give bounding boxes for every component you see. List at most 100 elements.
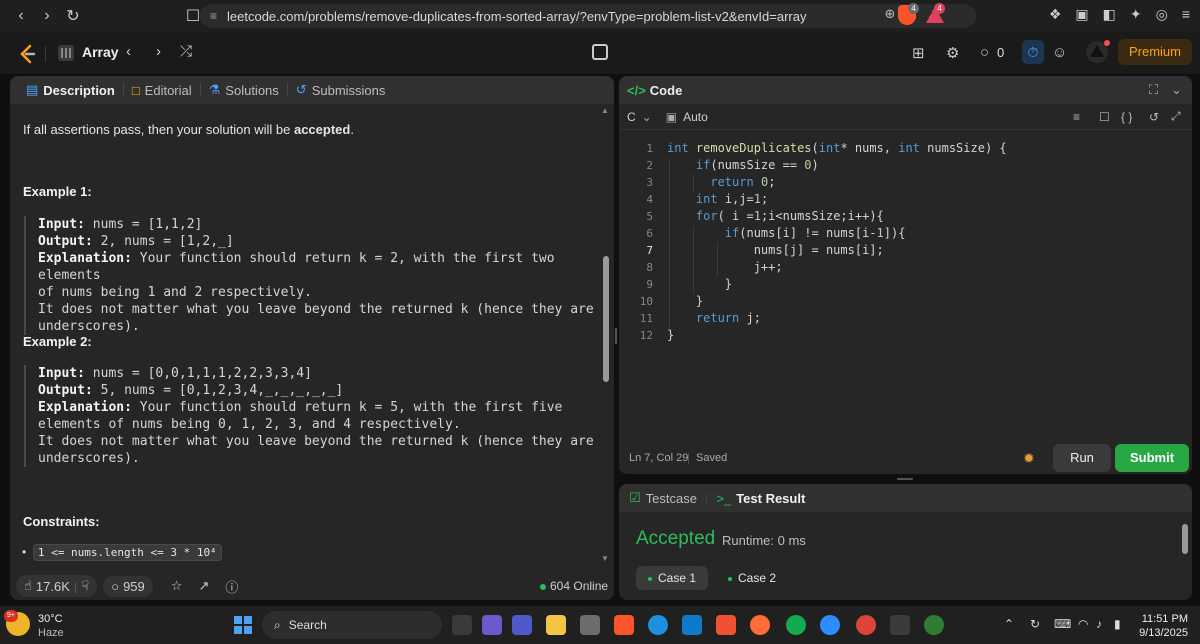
code-line: int i,j=1; — [695, 192, 769, 206]
description-footer: ☝ 17.6K | ☟ ○ 959 ☆ ↗ ⓘ 604 Online — [10, 572, 614, 600]
temperature[interactable]: 30°C — [38, 613, 63, 625]
tab-editorial[interactable]: □ Editorial — [124, 83, 200, 98]
explanation-line: underscores). — [38, 451, 140, 466]
problem-list-title[interactable]: Array — [82, 44, 119, 60]
mongodb-icon[interactable] — [786, 615, 806, 635]
git-icon[interactable] — [716, 615, 736, 635]
code-line: nums[j] = nums[i]; — [667, 243, 884, 257]
postman-icon[interactable] — [750, 615, 770, 635]
debug-icon[interactable] — [592, 44, 608, 60]
result-scrollbar[interactable] — [1181, 514, 1189, 598]
scroll-thumb[interactable] — [603, 256, 609, 382]
language-select[interactable]: C — [627, 110, 636, 124]
vscode-icon[interactable] — [682, 615, 702, 635]
task-view-icon[interactable] — [452, 615, 472, 635]
input-value: nums = [0,0,1,1,1,2,2,3,3,4] — [84, 366, 312, 381]
windows-taskbar: 9+ 30°C Haze ⌕ Search ⌃ ↻ ⌨ ◠ ♪ ▮ 11:51 … — [0, 606, 1200, 644]
share-icon[interactable]: ↗ — [198, 578, 209, 594]
chevron-up-icon[interactable]: ⌃ — [1004, 617, 1014, 631]
bug-icon[interactable]: ✹ — [1023, 450, 1035, 467]
extensions-icon[interactable]: ❖ — [1049, 6, 1062, 23]
keyboard-icon[interactable]: ⌨ — [1054, 617, 1071, 631]
run-button[interactable]: Run — [1053, 444, 1111, 472]
scroll-up-icon[interactable]: ▲ — [601, 106, 609, 115]
premium-button[interactable]: Premium — [1118, 39, 1192, 65]
submit-button[interactable]: Submit — [1115, 444, 1189, 472]
system-clock[interactable]: 11:51 PM 9/13/2025 — [1139, 612, 1188, 640]
shuffle-icon[interactable]: ⤮ — [180, 43, 192, 60]
format-icon[interactable]: ≡ — [1073, 110, 1080, 124]
rewards-count-badge: 4 — [934, 3, 945, 14]
runtime-label: Runtime: 0 ms — [722, 533, 806, 548]
wallet-icon[interactable]: ▣ — [1075, 6, 1088, 23]
terminal-app-icon[interactable] — [890, 615, 910, 635]
case-1-tab[interactable]: Case 1 — [636, 566, 709, 590]
layout-icon[interactable]: ⊞ — [912, 44, 925, 62]
vpn-icon[interactable]: ◎ — [1156, 6, 1168, 23]
volume-icon[interactable]: ♪ — [1096, 617, 1102, 631]
zoom-icon[interactable] — [820, 615, 840, 635]
teams-icon[interactable] — [512, 615, 532, 635]
battery-icon[interactable]: ▮ — [1114, 617, 1121, 631]
windows-start-icon[interactable] — [234, 616, 252, 634]
address-bar[interactable]: ≡ leetcode.com/problems/remove-duplicate… — [200, 4, 976, 28]
like-button[interactable]: ☝ 17.6K | ☟ — [16, 575, 98, 597]
prev-problem-icon[interactable]: ‹ — [126, 43, 131, 60]
streak-fire-icon[interactable]: ○ — [980, 44, 989, 61]
next-problem-icon[interactable]: › — [156, 43, 161, 60]
horizontal-resize-handle[interactable] — [897, 478, 913, 480]
wifi-icon[interactable]: ◠ — [1078, 617, 1088, 631]
taskbar-search[interactable]: ⌕ Search — [262, 611, 442, 639]
github-desktop-icon[interactable] — [924, 615, 944, 635]
description-scrollbar[interactable]: ▲ ▼ — [601, 106, 611, 566]
forward-icon[interactable]: › — [34, 3, 60, 29]
star-icon[interactable]: ☆ — [171, 578, 183, 594]
auto-mode[interactable]: Auto — [683, 110, 708, 124]
more-options-icon[interactable]: ⌄ — [1171, 82, 1182, 98]
leetcode-logo-icon[interactable] — [18, 44, 38, 64]
problem-list-icon[interactable] — [58, 45, 74, 61]
tab-solutions[interactable]: ⚗ Solutions — [201, 82, 287, 98]
weather-condition[interactable]: Haze — [38, 627, 64, 639]
zoom-icon[interactable]: ⊕ — [885, 6, 896, 22]
sidebar-toggle-icon[interactable]: ◧ — [1103, 6, 1116, 23]
case-2-tab[interactable]: Case 2 — [716, 566, 788, 590]
thumbs-down-icon[interactable]: ☟ — [81, 578, 89, 594]
leo-ai-icon[interactable]: ✦ — [1130, 6, 1142, 23]
maximize-icon[interactable]: ⛶ — [1149, 82, 1158, 98]
braces-icon[interactable]: { } — [1121, 110, 1132, 124]
site-settings-icon[interactable]: ≡ — [210, 9, 217, 23]
tab-solutions-label: Solutions — [225, 82, 279, 98]
tab-testcase[interactable]: Testcase — [646, 491, 697, 506]
store-icon[interactable] — [580, 615, 600, 635]
brave-icon[interactable] — [614, 615, 634, 635]
scroll-thumb[interactable] — [1182, 524, 1188, 554]
sync-icon[interactable]: ↻ — [1030, 617, 1040, 631]
timer-icon[interactable]: ⏱ — [1022, 40, 1044, 64]
reload-icon[interactable]: ↻ — [60, 3, 86, 29]
tab-test-result[interactable]: Test Result — [736, 491, 805, 506]
reset-icon[interactable]: ↺ — [1149, 110, 1159, 124]
code-editor[interactable]: 1 2 3 4 5 6 7 8 9 10 11 12 int removeDup… — [619, 138, 1192, 438]
help-icon[interactable]: ⓘ — [225, 577, 238, 596]
bookmark-code-icon[interactable]: ☐ — [1099, 110, 1110, 124]
online-count: 604 Online — [540, 579, 608, 593]
tab-description[interactable]: ▤ Description — [18, 82, 123, 98]
back-icon[interactable]: ‹ — [8, 3, 34, 29]
file-explorer-icon[interactable] — [546, 615, 566, 635]
comments-button[interactable]: ○ 959 — [103, 575, 153, 597]
edge-icon[interactable] — [648, 615, 668, 635]
shield-count-badge: 4 — [908, 3, 919, 14]
chevron-down-icon[interactable]: ⌄ — [642, 110, 652, 124]
add-collaborator-icon[interactable]: ☺ — [1052, 44, 1067, 61]
settings-gear-icon[interactable]: ⚙ — [946, 44, 959, 62]
scroll-down-icon[interactable]: ▼ — [601, 554, 609, 563]
chrome-icon[interactable] — [856, 615, 876, 635]
tab-submissions[interactable]: ↺ Submissions — [288, 82, 394, 98]
copilot-icon[interactable] — [482, 615, 502, 635]
description-content[interactable]: If all assertions pass, then your soluti… — [10, 104, 602, 572]
vertical-resize-handle[interactable] — [615, 328, 617, 344]
menu-icon[interactable]: ≡ — [1182, 6, 1190, 23]
line-number: 10 — [639, 295, 653, 308]
expand-icon[interactable]: ⤢ — [1171, 109, 1181, 124]
